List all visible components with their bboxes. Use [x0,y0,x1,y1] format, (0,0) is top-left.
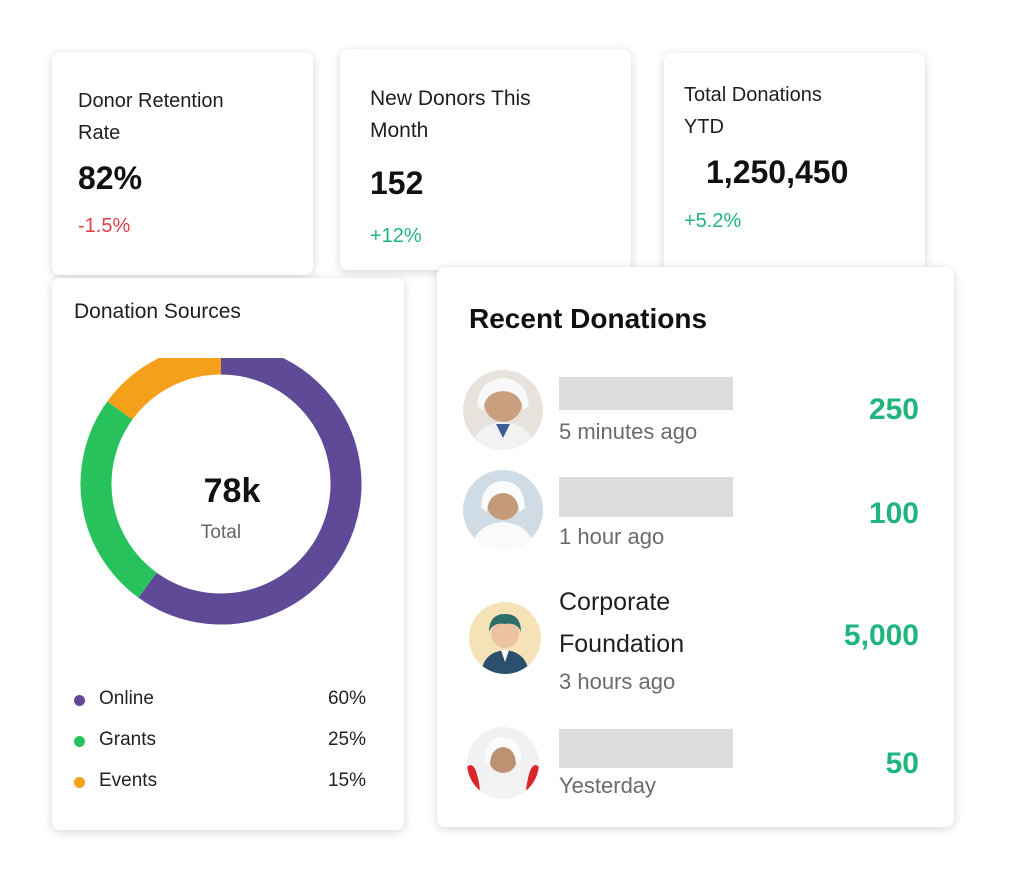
recent-donations-card: Recent Donations 5 minutes ago 250 1 hou… [437,267,954,827]
donation-amount: 5,000 [843,619,919,652]
legend-item-online: Online 60% [74,686,366,714]
donation-time: 3 hours ago [559,669,676,694]
stat-change: -1.5% [78,215,131,237]
stat-title: Total Donations YTD [684,84,822,138]
donation-amount: 100 [868,497,919,530]
donut-center-value: 78k [204,472,261,510]
legend-item-events: Events 15% [74,768,366,796]
donation-amount: 250 [868,393,919,426]
avatar-icon [467,727,539,799]
legend-label: Online [99,688,154,709]
section-title: Recent Donations [469,303,708,334]
stat-value: 152 [370,165,424,201]
legend-dot [74,695,85,706]
avatar-icon [469,602,541,674]
stat-value: 82% [78,160,143,196]
donor-name-placeholder [559,377,733,410]
donation-row[interactable]: 5 minutes ago 250 [437,365,954,465]
donation-time: 5 minutes ago [559,419,698,444]
legend-label: Events [99,770,158,791]
donation-time: 1 hour ago [559,524,665,549]
legend-label: Grants [99,729,157,750]
donut-segment-events [107,358,222,420]
donation-row[interactable]: 1 hour ago 100 [437,470,954,570]
stat-card-new-donors: New Donors This Month 152 +12% [340,49,631,270]
avatar-icon [463,370,543,450]
donor-name: Corporate Foundation [559,588,685,658]
legend-percent: 25% [327,729,366,750]
avatar-icon [463,470,543,550]
stat-card-total-ytd: Total Donations YTD 1,250,450 +5.2% [664,53,925,271]
donation-sources-card: Donation Sources 78k Total Online 60% Gr… [52,278,404,830]
donation-row[interactable]: Yesterday 50 [437,727,954,827]
donut-chart: 78k Total [80,358,362,625]
legend-dot [74,736,85,747]
donor-name-placeholder [559,729,733,768]
donation-time: Yesterday [559,773,657,798]
stat-value: 1,250,450 [706,154,849,190]
stat-change: +5.2% [684,210,742,232]
legend-percent: 15% [327,770,366,791]
donor-name-placeholder [559,477,733,517]
donut-segment-grants [80,401,157,598]
stat-card-retention: Donor Retention Rate 82% -1.5% [52,52,313,275]
section-title: Donation Sources [74,300,241,323]
donut-center-label: Total [201,522,241,543]
legend-percent: 60% [327,688,366,709]
legend-item-grants: Grants 25% [74,727,366,755]
donation-amount: 50 [885,747,919,780]
donation-row[interactable]: Corporate Foundation 3 hours ago 5,000 [437,583,954,703]
stat-title: New Donors This Month [370,87,531,142]
stat-change: +12% [370,225,422,247]
stat-title: Donor Retention Rate [78,90,224,144]
legend-dot [74,777,85,788]
